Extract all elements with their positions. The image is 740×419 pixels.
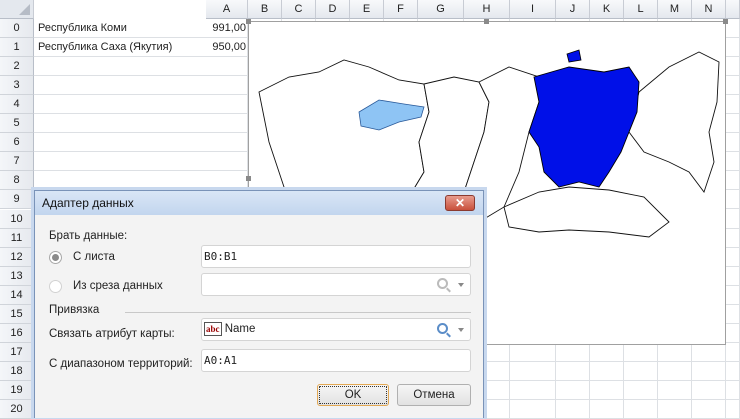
row-header-18[interactable]: 18 bbox=[0, 361, 34, 381]
row-header-10[interactable]: 10 bbox=[0, 209, 34, 229]
chevron-down-icon[interactable] bbox=[458, 283, 464, 287]
column-header-M[interactable]: M bbox=[658, 0, 692, 19]
slice-select[interactable] bbox=[201, 273, 471, 296]
column-header-L[interactable]: L bbox=[624, 0, 658, 19]
data-adapter-dialog: Адаптер данных ✕ Брать данные: С листа B… bbox=[34, 190, 484, 418]
map-region-east bbox=[628, 51, 720, 193]
dialog-title: Адаптер данных bbox=[35, 191, 483, 215]
row-header-9[interactable]: 9 bbox=[0, 190, 34, 210]
sheet-range-input[interactable]: B0:B1 bbox=[201, 245, 471, 268]
row-header-19[interactable]: 19 bbox=[0, 380, 34, 400]
cell-a0[interactable]: Республика Коми bbox=[34, 19, 131, 38]
radio-from-slice-label: Из среза данных bbox=[73, 280, 163, 292]
column-header-I[interactable]: I bbox=[510, 0, 556, 19]
row-header-7[interactable]: 7 bbox=[0, 152, 34, 172]
ok-button[interactable]: OK bbox=[317, 384, 389, 406]
radio-from-sheet-label: С листа bbox=[73, 251, 115, 263]
column-header-D[interactable]: D bbox=[316, 0, 350, 19]
row-header-15[interactable]: 15 bbox=[0, 304, 34, 324]
bind-attr-value: Name bbox=[224, 323, 256, 335]
row-header-8[interactable]: 8 bbox=[0, 171, 34, 191]
cell-b1[interactable]: 950,00 bbox=[206, 38, 248, 57]
column-header-N[interactable]: N bbox=[692, 0, 726, 19]
row-header-0[interactable]: 0 bbox=[0, 19, 34, 38]
close-icon: ✕ bbox=[454, 196, 466, 210]
row-header-6[interactable]: 6 bbox=[0, 133, 34, 153]
chevron-down-icon[interactable] bbox=[458, 328, 464, 332]
row-header-5[interactable]: 5 bbox=[0, 114, 34, 134]
resize-handle[interactable] bbox=[723, 19, 728, 24]
row-header-13[interactable]: 13 bbox=[0, 266, 34, 286]
row-header-12[interactable]: 12 bbox=[0, 247, 34, 267]
search-icon[interactable] bbox=[437, 323, 448, 334]
string-attribute-icon: abc bbox=[204, 321, 222, 336]
binding-label: Привязка bbox=[49, 304, 100, 316]
column-header-A[interactable]: A bbox=[206, 0, 248, 19]
column-header-C[interactable]: C bbox=[282, 0, 316, 19]
cell-b0[interactable]: 991,00 bbox=[206, 19, 248, 38]
close-button[interactable]: ✕ bbox=[445, 195, 475, 211]
resize-handle[interactable] bbox=[484, 19, 489, 24]
section-divider bbox=[125, 312, 471, 313]
column-header-J[interactable]: J bbox=[556, 0, 590, 19]
row-header-17[interactable]: 17 bbox=[0, 342, 34, 362]
bind-attr-label: Связать атрибут карты: bbox=[49, 328, 175, 340]
row-header-14[interactable]: 14 bbox=[0, 285, 34, 305]
territory-range-label: С диапазоном территорий: bbox=[49, 358, 193, 370]
column-header-filler bbox=[726, 0, 740, 19]
take-data-label: Брать данные: bbox=[49, 230, 128, 242]
column-header-E[interactable]: E bbox=[350, 0, 384, 19]
radio-from-slice[interactable] bbox=[49, 280, 62, 293]
column-header-B[interactable]: B bbox=[248, 0, 282, 19]
cell-a1[interactable]: Республика Саха (Якутия) bbox=[34, 38, 176, 57]
map-region-south bbox=[503, 186, 670, 238]
search-icon[interactable] bbox=[437, 278, 448, 289]
column-header-K[interactable]: K bbox=[590, 0, 624, 19]
row-header-20[interactable]: 20 bbox=[0, 400, 34, 419]
row-header-4[interactable]: 4 bbox=[0, 95, 34, 115]
bind-attr-select[interactable]: abc Name bbox=[201, 318, 471, 341]
column-header-F[interactable]: F bbox=[384, 0, 418, 19]
resize-handle[interactable] bbox=[246, 176, 251, 181]
cancel-button[interactable]: Отмена bbox=[397, 384, 471, 406]
column-header-H[interactable]: H bbox=[464, 0, 510, 19]
row-header-11[interactable]: 11 bbox=[0, 228, 34, 248]
row-header-16[interactable]: 16 bbox=[0, 323, 34, 343]
resize-handle[interactable] bbox=[246, 19, 251, 24]
row-header-3[interactable]: 3 bbox=[0, 76, 34, 96]
radio-from-sheet[interactable] bbox=[49, 251, 62, 264]
select-all-corner[interactable] bbox=[0, 0, 34, 19]
territory-range-input[interactable]: A0:A1 bbox=[201, 349, 471, 372]
map-region-yakutia bbox=[528, 66, 640, 188]
row-header-1[interactable]: 1 bbox=[0, 38, 34, 58]
row-header-2[interactable]: 2 bbox=[0, 57, 34, 77]
column-header-G[interactable]: G bbox=[418, 0, 464, 19]
